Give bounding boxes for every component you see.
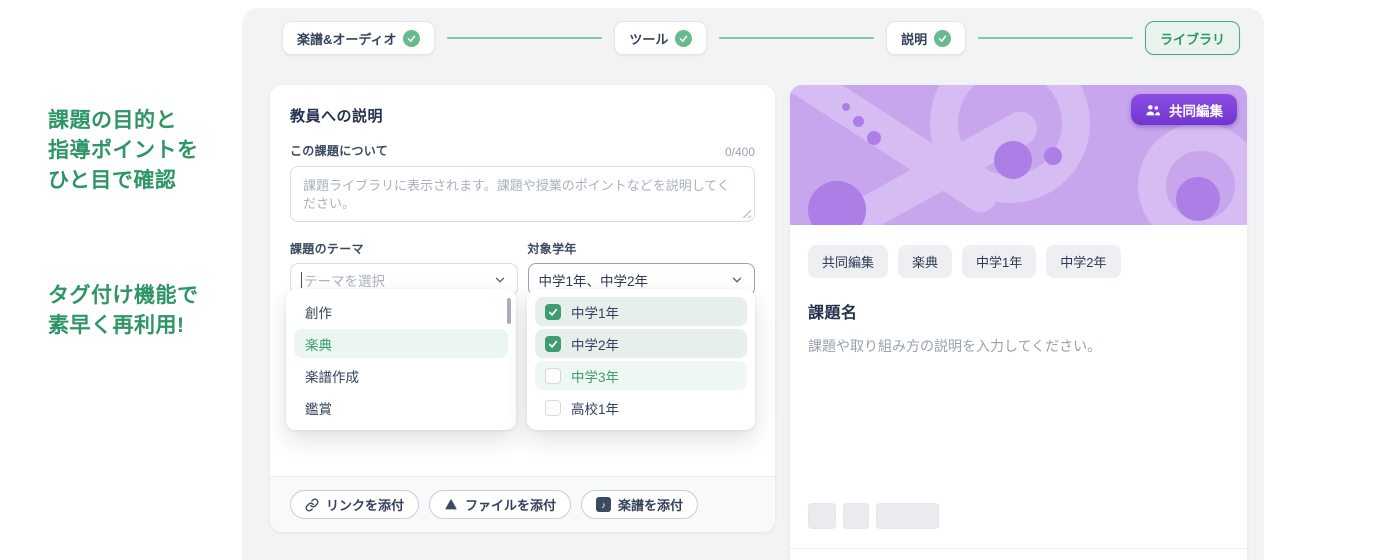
tags-row: 共同編集 楽典 中学1年 中学2年 — [808, 245, 1229, 278]
grade-option-label: 中学1年 — [571, 305, 620, 321]
char-counter: 0/400 — [724, 145, 755, 159]
step-library[interactable]: ライブラリ — [1145, 21, 1241, 55]
skeleton-row — [808, 503, 939, 529]
text-cursor — [301, 271, 302, 288]
skeleton-block — [843, 503, 869, 529]
theme-placeholder-text: テーマを選択 — [304, 273, 385, 289]
cover-shape — [842, 103, 850, 111]
theme-option-gakufusakusei[interactable]: 楽譜作成 — [294, 361, 508, 390]
step-label: ツール — [629, 31, 669, 47]
stepper: 楽譜&オーディオ ツール 説明 ライブラリ — [282, 20, 1241, 56]
drive-icon — [445, 498, 457, 509]
page: 楽譜&オーディオ ツール 説明 ライブラリ 課題の目的と 指導ポイントを ひと目… — [0, 0, 1400, 560]
side-note-line: 課題の目的と — [48, 109, 177, 132]
step-label: 楽譜&オーディオ — [297, 31, 397, 47]
link-icon — [305, 498, 319, 511]
cover-shape — [994, 141, 1032, 179]
grade-label: 対象学年 — [527, 242, 577, 256]
theme-option-kanshou[interactable]: 鑑賞 — [294, 393, 508, 422]
attach-link-label: リンクを添付 — [326, 498, 405, 513]
attachment-bar: リンクを添付 ファイルを添付 ♪ 楽譜を添付 — [270, 476, 775, 532]
attach-file-button[interactable]: ファイルを添付 — [429, 490, 572, 519]
stepper-connector — [719, 37, 875, 39]
divider — [790, 548, 1247, 549]
side-note-tagging: タグ付け機能で 素早く再利用! — [48, 281, 258, 341]
grade-option-chu2[interactable]: 中学2年 — [535, 329, 747, 358]
people-icon — [1146, 104, 1160, 115]
assignment-description-placeholder: 課題や取り組み方の説明を入力してください。 — [808, 338, 1102, 354]
theme-option-sousaku[interactable]: 創作 — [294, 297, 508, 326]
theme-option-gakuten[interactable]: 楽典 — [294, 329, 508, 358]
skeleton-block — [808, 503, 836, 529]
tag-chu2: 中学2年 — [1046, 245, 1121, 278]
grade-value: 中学1年、中学2年 — [538, 273, 649, 289]
step-label: 説明 — [901, 31, 928, 47]
cover-shape — [808, 181, 866, 225]
collab-badge: 共同編集 — [1131, 94, 1237, 125]
side-note-line: 指導ポイントを — [48, 139, 199, 162]
checkbox-unchecked-icon[interactable] — [545, 367, 561, 384]
grade-dropdown: 中学1年 中学2年 中学3年 高校1年 — [527, 289, 755, 430]
grade-option-chu3[interactable]: 中学3年 — [535, 361, 747, 390]
skeleton-block — [876, 503, 939, 529]
chevron-down-icon — [495, 277, 504, 282]
theme-label: 課題のテーマ — [290, 242, 364, 256]
side-note-purpose: 課題の目的と 指導ポイントを ひと目で確認 — [48, 106, 258, 196]
score-icon: ♪ — [596, 497, 612, 512]
grade-option-chu1[interactable]: 中学1年 — [535, 297, 747, 326]
grade-option-label: 高校1年 — [571, 401, 620, 417]
side-note-line: タグ付け機能で — [48, 284, 199, 307]
resize-grip-icon[interactable] — [742, 209, 751, 218]
check-circle-icon — [934, 29, 952, 47]
step-tools[interactable]: ツール — [614, 21, 708, 55]
theme-placeholder: テーマを選択 — [301, 270, 493, 290]
collab-badge-label: 共同編集 — [1169, 103, 1223, 119]
checkbox-checked-icon[interactable] — [545, 335, 561, 352]
side-note-line: 素早く再利用! — [48, 314, 185, 337]
attach-score-button[interactable]: ♪ 楽譜を添付 — [581, 490, 699, 519]
checkbox-checked-icon[interactable] — [545, 303, 561, 320]
assignment-name-heading: 課題名 — [808, 305, 858, 322]
step-description[interactable]: 説明 — [886, 21, 967, 55]
step-score-audio[interactable]: 楽譜&オーディオ — [282, 21, 436, 55]
side-note-line: ひと目で確認 — [48, 169, 177, 192]
theme-dropdown: 創作 楽典 楽譜作成 鑑賞 — [286, 289, 516, 430]
cover-shape — [867, 131, 881, 145]
attach-link-button[interactable]: リンクを添付 — [290, 490, 420, 519]
attach-score-label: 楽譜を添付 — [618, 498, 684, 513]
cover-shape — [853, 116, 864, 127]
about-label: この課題について — [290, 144, 389, 158]
tag-collab: 共同編集 — [808, 245, 889, 278]
grade-option-label: 中学3年 — [571, 369, 620, 385]
library-preview-card: 共同編集 共同編集 楽典 中学1年 中学2年 課題名 課題や取り組み方の説明を入… — [790, 85, 1247, 560]
scrollbar[interactable] — [507, 298, 511, 324]
attach-file-label: ファイルを添付 — [465, 498, 557, 513]
about-textarea[interactable]: 課題ライブラリに表示されます。課題や授業のポイントなどを説明してください。 — [290, 166, 755, 222]
cover-shape — [1044, 147, 1062, 165]
check-circle-icon — [403, 29, 421, 47]
checkbox-unchecked-icon[interactable] — [545, 399, 561, 416]
stepper-connector — [447, 37, 603, 39]
chevron-down-icon — [732, 277, 742, 282]
textarea-placeholder: 課題ライブラリに表示されます。課題や授業のポイントなどを説明してください。 — [303, 178, 730, 211]
grade-option-kou1[interactable]: 高校1年 — [535, 393, 747, 422]
tag-gakuten: 楽典 — [898, 245, 953, 278]
cover-shape — [1176, 177, 1220, 221]
check-circle-icon — [675, 29, 693, 47]
grade-option-label: 中学2年 — [571, 337, 620, 353]
stepper-connector — [978, 37, 1133, 39]
card-title: 教員への説明 — [290, 108, 384, 125]
step-label: ライブラリ — [1160, 31, 1226, 47]
tag-chu1: 中学1年 — [962, 245, 1037, 278]
